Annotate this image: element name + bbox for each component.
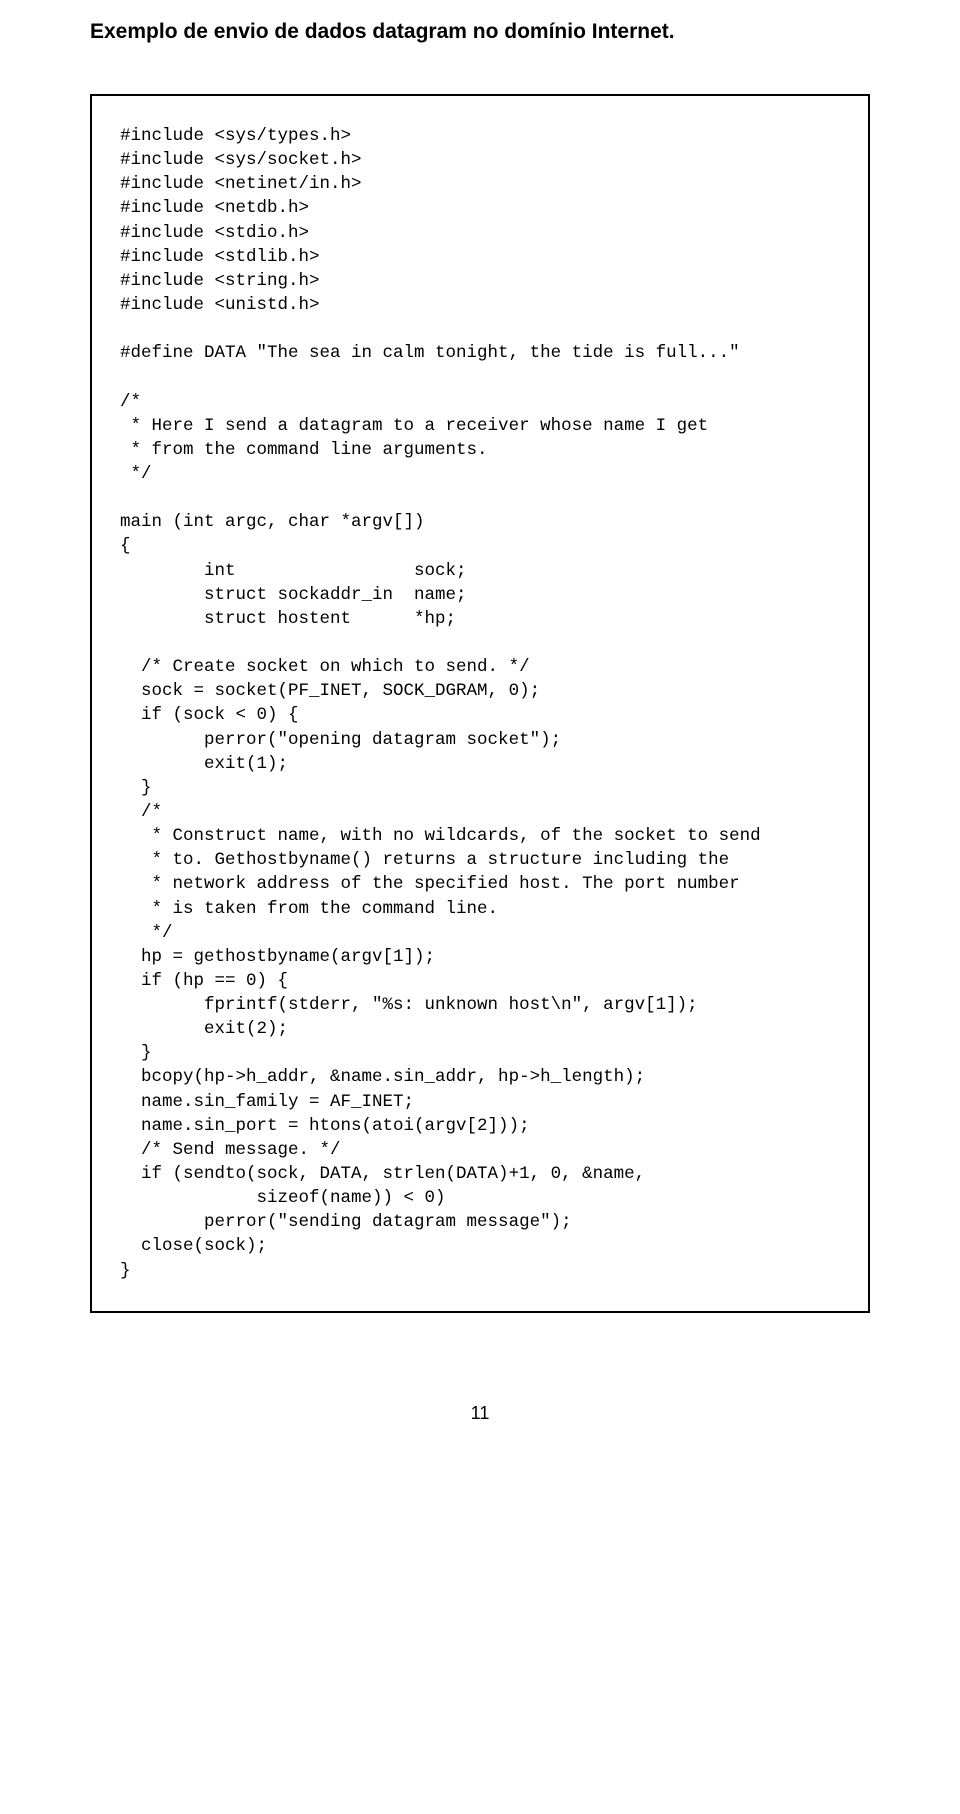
page-number: 11 [90,1403,870,1424]
code-listing: #include <sys/types.h> #include <sys/soc… [120,124,840,1283]
document-page: Exemplo de envio de dados datagram no do… [0,0,960,1464]
code-listing-box: #include <sys/types.h> #include <sys/soc… [90,94,870,1313]
page-title: Exemplo de envio de dados datagram no do… [90,20,870,44]
